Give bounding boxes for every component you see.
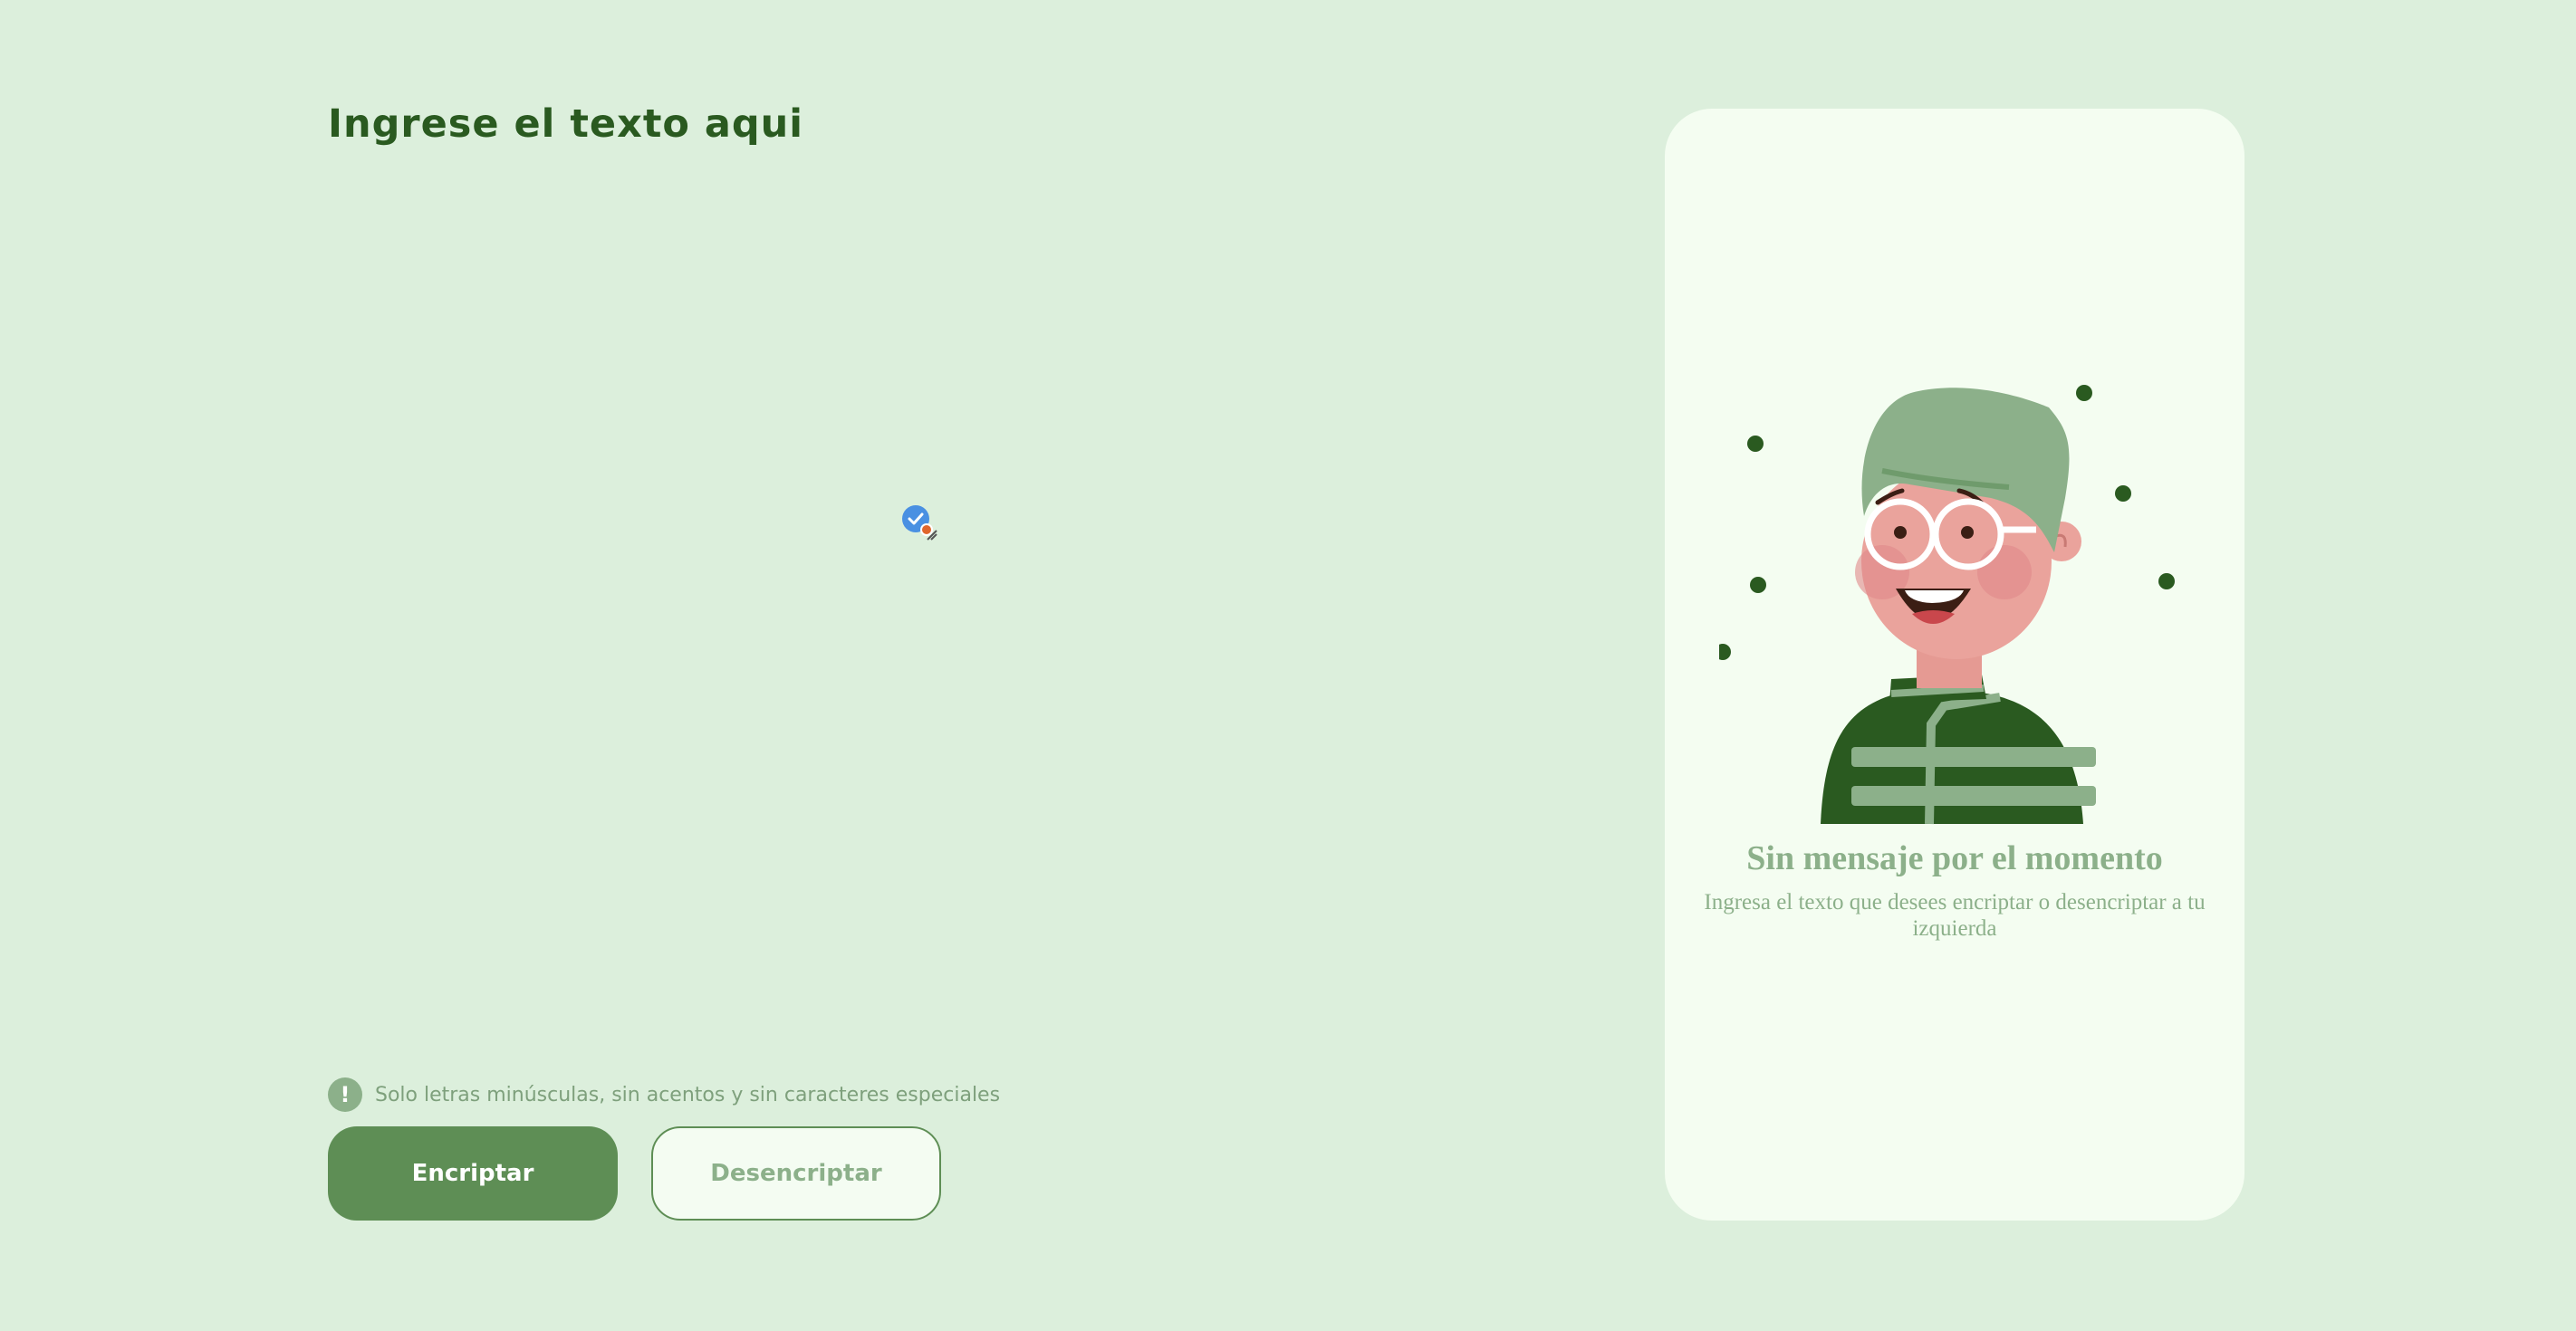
output-title: Sin mensaje por el momento bbox=[1746, 839, 2163, 877]
input-hint: ! Solo letras minúsculas, sin acentos y … bbox=[328, 1077, 1000, 1112]
input-placeholder-heading: Ingrese el texto aqui bbox=[328, 101, 804, 147]
hint-text: Solo letras minúsculas, sin acentos y si… bbox=[375, 1083, 1001, 1106]
output-card: Sin mensaje por el momento Ingresa el te… bbox=[1665, 109, 2244, 1221]
exclamation-icon: ! bbox=[328, 1077, 362, 1112]
message-input[interactable] bbox=[328, 172, 1509, 1054]
grammar-check-icon[interactable] bbox=[900, 503, 940, 543]
encrypt-button[interactable]: Encriptar bbox=[328, 1126, 618, 1221]
person-illustration bbox=[1719, 385, 2175, 825]
output-subtitle: Ingresa el texto que desees encriptar o … bbox=[1704, 890, 2206, 941]
decrypt-button[interactable]: Desencriptar bbox=[651, 1126, 941, 1221]
app-root: Ingrese el texto aqui ! Solo letras minú… bbox=[0, 0, 2576, 1331]
